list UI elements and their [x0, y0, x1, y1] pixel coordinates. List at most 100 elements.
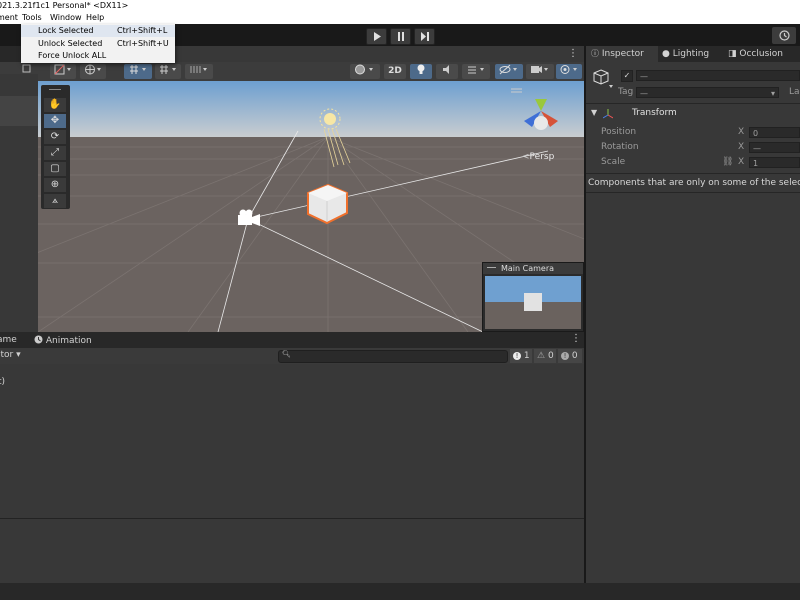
- menu-help[interactable]: Help: [86, 12, 104, 24]
- occlusion-icon: ◨: [728, 49, 737, 59]
- camera-settings-dropdown[interactable]: [526, 64, 554, 79]
- hand-tool-icon[interactable]: ✋: [44, 98, 66, 112]
- rotation-label: Rotation: [601, 142, 639, 152]
- 2d-toggle[interactable]: 2D: [384, 64, 406, 79]
- menu-item-lock-selected[interactable]: Lock Selected Ctrl+Shift+L: [21, 25, 175, 37]
- editor-dropdown[interactable]: itor ▾: [0, 350, 21, 360]
- message-count-toggle[interactable]: ! 0: [558, 349, 582, 363]
- info-circle-icon: ⓘ: [591, 49, 599, 58]
- hierarchy-search[interactable]: [0, 62, 38, 74]
- tab-inspector-label: Inspector: [601, 49, 644, 59]
- tab-animation[interactable]: Animation: [34, 335, 92, 346]
- menu-item-label: Unlock Selected: [38, 39, 103, 48]
- pause-icon: [397, 32, 404, 41]
- console-toolbar: itor ▾ 🔍︎ ! 1 ⚠ 0 ! 0: [0, 348, 584, 364]
- position-label: Position: [601, 127, 637, 137]
- console-search-input[interactable]: 🔍︎: [278, 350, 508, 363]
- tab-inspector[interactable]: ⓘ Inspector: [591, 46, 644, 62]
- rotation-x-axis[interactable]: X: [738, 142, 744, 152]
- grid-snap-icon: [130, 65, 146, 74]
- gizmos-icon: [560, 65, 577, 74]
- transform-tool-icon[interactable]: ⊕: [44, 178, 66, 192]
- gizmos-dropdown[interactable]: [556, 64, 582, 79]
- transform-tool-palette: ✋ ✥ ⟳ ⤢ ▢ ⊕ ⟑: [41, 85, 70, 209]
- transform-icon: [603, 109, 613, 119]
- scene-visibility-toggle[interactable]: [495, 64, 523, 79]
- foldout-arrow-icon[interactable]: ▼: [591, 108, 597, 117]
- log-entry-fragment[interactable]: t): [0, 377, 5, 387]
- hierarchy-panel: [0, 62, 38, 332]
- warning-count-toggle[interactable]: ⚠ 0: [534, 349, 556, 363]
- menu-component[interactable]: ment: [0, 12, 18, 24]
- lightbulb-icon: [417, 64, 425, 74]
- tab-lighting[interactable]: ● Lighting: [662, 46, 709, 62]
- hierarchy-selected-row[interactable]: [0, 96, 38, 126]
- editor-dropdown-label: itor: [0, 350, 14, 360]
- scale-x-axis[interactable]: X: [738, 157, 744, 167]
- message-count: 0: [571, 351, 578, 361]
- transform-component-header[interactable]: ▼ Transform: [586, 106, 800, 122]
- inspector-panel: ⓘ Inspector ● Lighting ◨ Occlusion ✓ — T…: [586, 46, 800, 584]
- grid-icon: [160, 65, 176, 74]
- menu-window[interactable]: Window: [50, 12, 82, 24]
- persp-label[interactable]: <Persp: [522, 152, 554, 162]
- active-checkbox[interactable]: ✓: [621, 70, 633, 82]
- separator: [586, 192, 800, 193]
- menu-bar: ment Tools Window Help: [0, 12, 800, 24]
- menu-item-label: Lock Selected: [38, 26, 94, 35]
- draw-mode-icon: [54, 64, 71, 75]
- animation-icon: [34, 335, 43, 344]
- menu-tools[interactable]: Tools: [22, 12, 42, 24]
- grid-visibility-button[interactable]: [185, 64, 213, 79]
- more-options-icon[interactable]: ⋮: [571, 333, 581, 344]
- play-button[interactable]: [366, 28, 387, 45]
- camera-icon: [531, 66, 548, 73]
- palette-handle[interactable]: [49, 89, 61, 90]
- tab-game[interactable]: ame: [0, 335, 17, 345]
- rotate-tool-icon[interactable]: ⟳: [44, 130, 66, 144]
- grid-snap-button[interactable]: [124, 64, 152, 79]
- shading-sphere-icon: [355, 64, 373, 75]
- custom-tool-icon[interactable]: ⟑: [44, 194, 66, 208]
- lighting-toggle[interactable]: [410, 64, 432, 79]
- position-x-field[interactable]: 0: [749, 127, 800, 138]
- global-toggle[interactable]: [80, 64, 106, 79]
- tag-dropdown[interactable]: — ▾: [636, 87, 779, 98]
- move-tool-icon[interactable]: ✥: [44, 114, 66, 128]
- layer-label: La: [789, 87, 800, 97]
- step-button[interactable]: [414, 28, 435, 45]
- step-icon: [421, 32, 429, 41]
- effects-dropdown[interactable]: [462, 64, 490, 79]
- history-button[interactable]: [772, 27, 796, 44]
- sky: [38, 81, 584, 137]
- draw-mode-dropdown[interactable]: [50, 64, 76, 79]
- tab-lighting-label: Lighting: [672, 49, 710, 59]
- error-count-toggle[interactable]: ! 1: [510, 349, 532, 363]
- tab-occlusion[interactable]: ◨ Occlusion: [728, 46, 783, 62]
- shading-mode-dropdown[interactable]: [350, 64, 380, 79]
- info-icon: !: [561, 352, 569, 360]
- camera-preview-handle[interactable]: [487, 267, 496, 268]
- error-count: 1: [523, 351, 530, 361]
- scale-x-field[interactable]: 1: [749, 157, 800, 168]
- transform-title: Transform: [632, 108, 677, 118]
- menu-item-unlock-selected[interactable]: Unlock Selected Ctrl+Shift+U: [21, 38, 175, 50]
- console-log-list[interactable]: t): [0, 364, 584, 518]
- object-name-field[interactable]: —: [636, 70, 800, 81]
- menu-item-force-unlock-all[interactable]: Force Unlock ALL: [21, 50, 175, 62]
- increment-snap-button[interactable]: [155, 64, 181, 79]
- title-bar: 021.3.21f1c1 Personal* <DX11>: [0, 0, 800, 12]
- rect-tool-icon[interactable]: ▢: [44, 162, 66, 176]
- audio-toggle[interactable]: [436, 64, 458, 79]
- tab-occlusion-label: Occlusion: [739, 49, 783, 59]
- position-x-axis[interactable]: X: [738, 127, 744, 137]
- pause-button[interactable]: [390, 28, 411, 45]
- scale-tool-icon[interactable]: ⤢: [44, 146, 66, 160]
- scene-toolbar: 2D: [38, 62, 584, 81]
- search-icon: 🔍︎: [282, 350, 291, 358]
- error-icon: !: [513, 352, 521, 360]
- constrain-proportions-link-icon[interactable]: ⛓: [722, 157, 733, 167]
- rotation-x-field[interactable]: —: [749, 142, 800, 153]
- more-options-icon[interactable]: ⋮: [568, 48, 578, 59]
- tools-dropdown-menu: Lock Selected Ctrl+Shift+L Unlock Select…: [21, 24, 175, 63]
